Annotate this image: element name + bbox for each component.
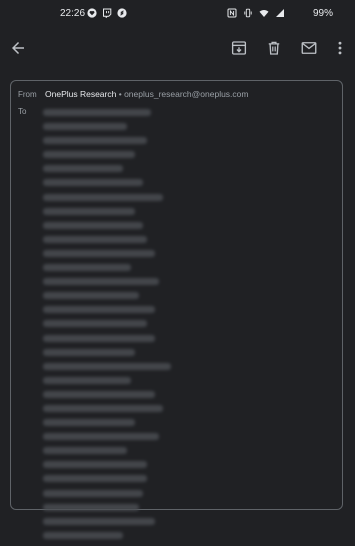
recipient-redacted: [43, 151, 135, 159]
recipient-redacted: [43, 193, 163, 201]
recipient-redacted: [43, 179, 143, 187]
status-time: 22:26: [60, 8, 86, 19]
recipient-redacted: [43, 207, 135, 215]
heart-notification-icon: [87, 8, 97, 18]
recipient-redacted: [43, 348, 135, 356]
recipient-redacted: [43, 489, 143, 497]
recipient-redacted: [43, 433, 159, 441]
recipient-redacted: [43, 447, 127, 455]
recipient-redacted: [43, 531, 123, 539]
vibrate-icon: [244, 8, 252, 18]
recipient-redacted: [43, 235, 147, 243]
recipient-redacted: [43, 264, 131, 272]
recipient-redacted: [43, 320, 147, 328]
archive-button[interactable]: [229, 38, 249, 58]
recipient-redacted: [43, 390, 155, 398]
mark-unread-button[interactable]: [299, 38, 319, 58]
recipient-redacted: [43, 517, 155, 525]
arrow-back-icon: [12, 42, 24, 54]
email-details-card: From OnePlus Research • oneplus_research…: [10, 80, 343, 539]
recipient-redacted: [43, 503, 139, 511]
recipient-redacted: [43, 475, 147, 483]
recipient-redacted: [43, 404, 163, 412]
recipient-redacted: [43, 292, 139, 300]
sender-line: OnePlus Research • oneplus_research@onep…: [45, 89, 248, 99]
status-bar: 22:26 99%: [0, 0, 355, 30]
battery-level: 99%: [312, 8, 333, 19]
recipient-redacted: [43, 376, 131, 384]
mail-icon: [301, 42, 317, 54]
recipient-redacted: [43, 123, 127, 131]
more-vert-icon: [338, 41, 342, 55]
email-toolbar: [0, 34, 355, 62]
sender-name[interactable]: OnePlus Research: [45, 89, 116, 99]
sender-separator: •: [118, 89, 122, 99]
archive-icon: [231, 41, 247, 55]
recipient-redacted: [43, 306, 155, 314]
recipient-redacted: [43, 278, 159, 286]
recipient-redacted: [43, 137, 147, 145]
recipient-redacted: [43, 461, 147, 469]
recipient-redacted: [43, 109, 151, 116]
recipient-redacted: [43, 221, 143, 229]
signal-icon: [276, 9, 284, 17]
nfc-icon: [227, 8, 237, 18]
shazam-icon: [117, 8, 127, 18]
more-options-button[interactable]: [330, 38, 350, 58]
to-label: To: [18, 107, 27, 116]
from-label: From: [18, 90, 37, 99]
wifi-icon: [259, 9, 269, 17]
delete-button[interactable]: [264, 38, 284, 58]
recipient-redacted: [43, 362, 171, 370]
recipient-redacted: [43, 419, 135, 427]
recipient-list: [43, 109, 243, 546]
recipient-redacted: [43, 165, 123, 173]
recipient-redacted: [43, 249, 155, 257]
twitch-icon: [103, 8, 112, 18]
recipient-redacted: [43, 334, 155, 342]
sender-email[interactable]: oneplus_research@oneplus.com: [124, 89, 248, 99]
back-button[interactable]: [8, 38, 28, 58]
trash-icon: [268, 41, 280, 55]
